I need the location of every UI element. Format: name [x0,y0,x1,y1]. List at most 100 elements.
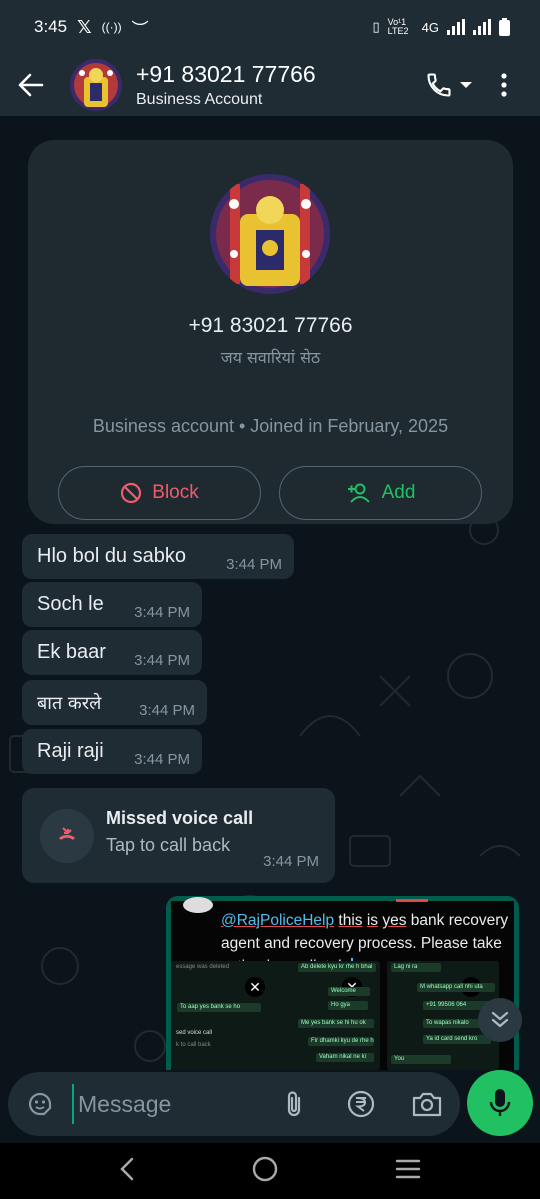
chat-header: +91 83021 77766 Business Account [0,54,540,116]
vibrate-icon: ▯ [372,19,380,34]
wave-icon: ︶ [131,19,149,39]
profile-name: +91 83021 77766 [188,314,353,337]
back-button[interactable] [0,54,62,116]
small-avatar [183,897,213,913]
message-input[interactable] [72,1084,272,1124]
arrow-left-icon [18,73,44,97]
status-bar: 3:45 𝕏 ((·)) ︶ ▯ Vo¹1 LTE2 4G [0,0,540,54]
message-bubble[interactable]: Ek baar 3:44 PM [22,630,202,675]
message-text: Soch le [37,593,104,615]
nav-recents-button[interactable] [395,1158,421,1185]
add-contact-icon [347,483,370,503]
battery-icon [499,18,510,36]
camera-button[interactable] [411,1088,443,1120]
caption-mention: @RajPoliceHelp [221,912,335,929]
missed-call-bubble[interactable]: Missed voice call Tap to call back 3:44 … [22,788,335,883]
thumb-row: Me yes bank se hi hu ok [298,1019,374,1028]
header-subtitle: Business Account [136,91,263,108]
sticker-icon [28,1092,52,1116]
voice-record-button[interactable] [467,1070,533,1136]
message-time: 3:44 PM [134,604,190,621]
message-time: 3:44 PM [226,556,282,573]
contact-avatar[interactable] [70,59,122,111]
message-input-pill [8,1072,460,1136]
system-navigation-bar [0,1143,540,1199]
mic-icon [489,1089,511,1116]
thumb-row: Welcome [328,987,370,996]
net-type-label: 4G [421,19,439,35]
nav-home-button[interactable] [252,1156,278,1187]
nav-back-button[interactable] [119,1157,135,1186]
thumb-row: Lag ni ra [391,963,441,972]
header-title: +91 83021 77766 [136,61,316,87]
thumb-row: essage was deleted [176,964,230,970]
thumb-row: Ab delete kyu kr rhe h bhai [298,963,376,972]
message-bubble[interactable]: Hlo bol du sabko 3:44 PM [22,534,294,579]
kebab-menu-icon [501,73,507,97]
x-app-icon: 𝕏 [77,16,92,37]
caption-word: yes [382,912,407,929]
thumb-row: Vaham nikal ne ki [316,1053,374,1062]
signal-icon-2 [473,19,491,35]
business-profile-card: +91 83021 77766 जय सवारियां सेठ Business… [28,140,513,524]
caption-word: is [366,912,379,929]
message-bubble[interactable]: Soch le 3:44 PM [22,582,202,627]
block-icon [121,482,142,504]
home-circle-icon [252,1156,278,1181]
missed-call-time: 3:44 PM [263,853,319,870]
thumb-row: sed voice call [176,1030,213,1036]
chat-thumbnail: ✕ essage was deleted To aap yes bank se … [171,961,283,1070]
profile-status: जय सवारियां सेठ [220,348,321,367]
message-text: Raji raji [37,740,104,762]
block-button[interactable]: Block [58,466,261,520]
missed-call-icon [59,827,75,840]
message-text: बात करले [37,692,102,714]
payment-button[interactable] [345,1088,377,1120]
sticker-button[interactable] [26,1090,54,1123]
header-text[interactable]: +91 83021 77766 Business Account [136,61,316,109]
rupee-icon [347,1090,375,1118]
message-bubble[interactable]: बात करले 3:44 PM [22,680,207,725]
caption-word: this [338,912,363,929]
image-message-bubble[interactable]: @RajPoliceHelp this is yes bank recovery… [166,896,519,1070]
signal-icon [447,19,465,35]
message-time: 3:44 PM [139,702,195,719]
missed-call-icon-wrap [40,809,94,863]
thumb-row: Fir dhamki kyu de rhe h [308,1037,374,1046]
voice-call-button[interactable] [420,63,478,107]
thumb-row: Ya id card send kro [423,1035,491,1044]
deity-image [70,59,122,111]
message-bubble[interactable]: Raji raji 3:44 PM [22,729,202,774]
close-icon: ✕ [245,977,265,997]
scroll-to-bottom-button[interactable] [478,998,522,1042]
paperclip-icon [287,1091,301,1117]
add-contact-button[interactable]: Add [279,466,482,520]
recents-icon [396,1159,421,1178]
double-chevron-down-icon [491,1011,509,1028]
chat-area[interactable]: +91 83021 77766 जय सवारियां सेठ Business… [0,116,540,1070]
missed-call-subtitle: Tap to call back [106,835,231,855]
camera-icon [412,1092,442,1117]
chevron-left-icon [119,1157,133,1180]
more-options-button[interactable] [486,63,522,107]
missed-call-title: Missed voice call [106,808,254,828]
profile-photo[interactable] [210,174,330,294]
screenshot-image[interactable]: @RajPoliceHelp this is yes bank recovery… [171,897,514,1070]
network-label: Vo¹1 LTE2 [387,17,409,36]
block-label: Block [152,482,199,503]
thumb-row: You [391,1055,451,1064]
thumb-row: M whatsapp call nhi uta [417,983,495,992]
thumb-row: To aap yes bank se ho [177,1003,261,1012]
message-time: 3:44 PM [134,751,190,768]
phone-icon [427,73,451,97]
red-mark [396,899,428,902]
status-time: 3:45 [34,17,68,36]
thumb-row: Ho gya [328,1001,368,1010]
profile-meta: Business account • Joined in February, 2… [92,416,449,436]
add-label: Add [381,482,416,503]
message-text: Hlo bol du sabko [37,545,186,567]
chevron-down-icon [460,82,472,88]
message-composer [0,1070,540,1143]
thumb-row: k to call back [176,1042,211,1048]
attach-button[interactable] [278,1088,310,1120]
